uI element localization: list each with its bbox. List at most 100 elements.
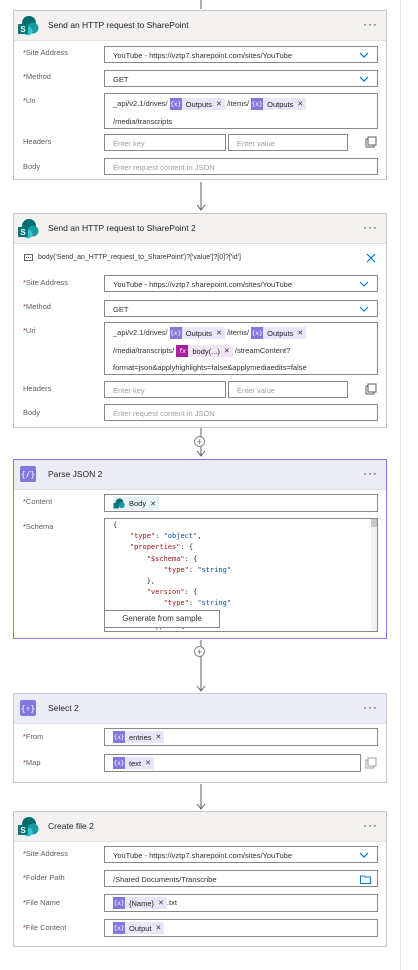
token-name[interactable]: {x} {Name} ✕ xyxy=(113,897,167,909)
comment-icon xyxy=(24,254,33,261)
dynamic-content-icon: {x} xyxy=(251,98,264,110)
token-label: Outputs xyxy=(185,99,212,109)
placeholder: Enter key xyxy=(113,386,145,395)
method-dropdown[interactable]: GET xyxy=(104,70,378,87)
body-input[interactable]: Enter request content in JSON xyxy=(104,158,378,175)
token-outputs[interactable]: {x} Outputs ✕ xyxy=(169,327,225,339)
insert-step-plus-icon[interactable]: + xyxy=(194,646,205,657)
site-address-dropdown[interactable]: YouTube - https://vztp7.sharepoint.com/s… xyxy=(104,46,378,63)
card-title[interactable]: Send an HTTP request to SharePoint xyxy=(48,20,189,30)
switch-to-text-mode-icon[interactable] xyxy=(365,136,377,148)
chevron-down-icon[interactable] xyxy=(359,279,369,289)
site-address-value: YouTube - https://vztp7.sharepoint.com/s… xyxy=(113,51,292,60)
insert-step-plus-icon[interactable]: + xyxy=(194,436,205,447)
card-header[interactable]: S Send an HTTP request to SharePoint 2 ·… xyxy=(14,214,386,244)
dynamic-content-icon: {x} xyxy=(113,922,125,934)
dynamic-content-icon: {x} xyxy=(251,327,264,339)
card-title[interactable]: Send an HTTP request to SharePoint 2 xyxy=(48,223,196,233)
remove-token-icon[interactable]: ✕ xyxy=(150,500,156,508)
token-output[interactable]: {x} Output ✕ xyxy=(113,922,165,934)
body-input[interactable]: Enter request content in JSON xyxy=(104,404,378,421)
uri-text: /streamContent? xyxy=(234,345,291,355)
token-label: Outputs xyxy=(185,328,212,338)
dynamic-content-icon: {x} xyxy=(169,98,182,110)
card-title[interactable]: Create file 2 xyxy=(48,821,94,831)
site-address-label: *Site Address xyxy=(23,48,69,57)
generate-from-sample-button[interactable]: Generate from sample xyxy=(104,610,220,628)
remove-token-icon[interactable]: ✕ xyxy=(297,100,303,108)
close-icon[interactable] xyxy=(366,253,376,263)
file-content-input[interactable]: {x} Output ✕ xyxy=(104,919,378,937)
more-options-icon[interactable]: ··· xyxy=(363,17,378,31)
headers-label: Headers xyxy=(23,384,52,393)
token-label: Body xyxy=(129,499,147,508)
token-outputs[interactable]: {x} Outputs ✕ xyxy=(251,98,307,110)
site-address-dropdown[interactable]: YouTube - https://vztp7.sharepoint.com/s… xyxy=(104,275,378,292)
action-card-select[interactable]: {▿} Select 2 ··· *From {x} entries ✕ *Map … xyxy=(13,693,387,783)
more-options-icon[interactable]: ··· xyxy=(363,700,378,714)
action-card-create-file[interactable]: S Create file 2 ··· *Site Address YouTub… xyxy=(13,811,387,947)
chevron-down-icon[interactable] xyxy=(359,50,369,60)
remove-token-icon[interactable]: ✕ xyxy=(156,924,162,932)
svg-text:S: S xyxy=(20,826,26,835)
action-card-http-request-1[interactable]: S Send an HTTP request to SharePoint ···… xyxy=(13,10,387,180)
site-address-label: *Site Address xyxy=(23,278,69,287)
sharepoint-logo-icon: S xyxy=(18,16,39,36)
more-options-icon[interactable]: ··· xyxy=(363,466,378,480)
uri-text: /media/transcripts/ xyxy=(113,345,175,355)
card-header[interactable]: {/} Parse JSON 2 ··· xyxy=(14,460,386,490)
select-icon: {▿} xyxy=(20,700,36,716)
more-options-icon[interactable]: ··· xyxy=(363,220,378,234)
remove-token-icon[interactable]: ✕ xyxy=(297,329,303,337)
switch-map-mode-icon[interactable] xyxy=(365,757,377,769)
token-expression[interactable]: fx body(...) ✕ xyxy=(176,345,233,357)
site-address-dropdown[interactable]: YouTube - https://vztp7.sharepoint.com/s… xyxy=(104,846,378,863)
method-dropdown[interactable]: GET xyxy=(104,300,378,317)
remove-token-icon[interactable]: ✕ xyxy=(216,100,222,108)
site-address-value: YouTube - https://vztp7.sharepoint.com/s… xyxy=(113,851,292,860)
remove-token-icon[interactable]: ✕ xyxy=(158,899,164,907)
connector-arrow xyxy=(200,0,202,9)
body-label: Body xyxy=(23,162,41,171)
remove-token-icon[interactable]: ✕ xyxy=(145,759,151,767)
token-outputs[interactable]: {x} Outputs ✕ xyxy=(251,327,307,339)
token-entries[interactable]: {x} entries ✕ xyxy=(113,731,165,743)
content-input[interactable]: Body ✕ xyxy=(104,494,378,512)
uri-input[interactable]: _api/v2.1/drives/ {x} Outputs ✕ /items/ {x… xyxy=(104,322,378,375)
action-card-parse-json[interactable]: {/} Parse JSON 2 ··· *Content Body ✕ *Sch… xyxy=(13,459,387,639)
schema-scrollbar[interactable] xyxy=(371,519,377,631)
method-label: *Method xyxy=(23,72,51,81)
token-text[interactable]: {x} text ✕ xyxy=(113,757,154,769)
chevron-down-icon[interactable] xyxy=(359,304,369,314)
token-outputs[interactable]: {x} Outputs ✕ xyxy=(169,98,225,110)
folder-path-label: *Folder Path xyxy=(23,873,65,882)
switch-to-text-mode-icon[interactable] xyxy=(365,383,377,395)
from-input[interactable]: {x} entries ✕ xyxy=(104,728,378,746)
header-key-input[interactable]: Enter key xyxy=(104,381,226,398)
uri-input[interactable]: _api/v2.1/drives/ {x} Outputs ✕ /items/ {x… xyxy=(104,93,378,129)
dynamic-content-icon: {x} xyxy=(113,757,125,769)
remove-token-icon[interactable]: ✕ xyxy=(216,329,222,337)
chevron-down-icon[interactable] xyxy=(359,850,369,860)
folder-picker-icon[interactable] xyxy=(360,874,371,884)
remove-token-icon[interactable]: ✕ xyxy=(156,733,162,741)
card-header[interactable]: S Send an HTTP request to SharePoint ··· xyxy=(14,11,386,41)
remove-token-icon[interactable]: ✕ xyxy=(224,347,230,355)
token-body[interactable]: Body ✕ xyxy=(113,497,159,510)
dynamic-content-icon: {x} xyxy=(113,897,125,909)
map-input[interactable]: {x} text ✕ xyxy=(104,754,361,772)
chevron-down-icon[interactable] xyxy=(359,74,369,84)
header-value-input[interactable]: Enter value xyxy=(228,134,348,151)
token-label: {Name} xyxy=(129,898,155,908)
file-name-input[interactable]: {x} {Name} ✕ .txt xyxy=(104,894,378,912)
header-key-input[interactable]: Enter key xyxy=(104,134,226,151)
expression-bar[interactable]: body('Send_an_HTTP_request_to_SharePoint… xyxy=(20,252,378,266)
card-title[interactable]: Select 2 xyxy=(48,703,79,713)
more-options-icon[interactable]: ··· xyxy=(363,818,378,832)
card-title[interactable]: Parse JSON 2 xyxy=(48,469,102,479)
card-header[interactable]: S Create file 2 ··· xyxy=(14,812,386,842)
card-header[interactable]: {▿} Select 2 ··· xyxy=(14,694,386,724)
header-value-input[interactable]: Enter value xyxy=(228,381,348,398)
action-card-http-request-2[interactable]: S Send an HTTP request to SharePoint 2 ·… xyxy=(13,213,387,428)
folder-path-input[interactable]: /Shared Documents/Transcribe xyxy=(104,870,378,887)
